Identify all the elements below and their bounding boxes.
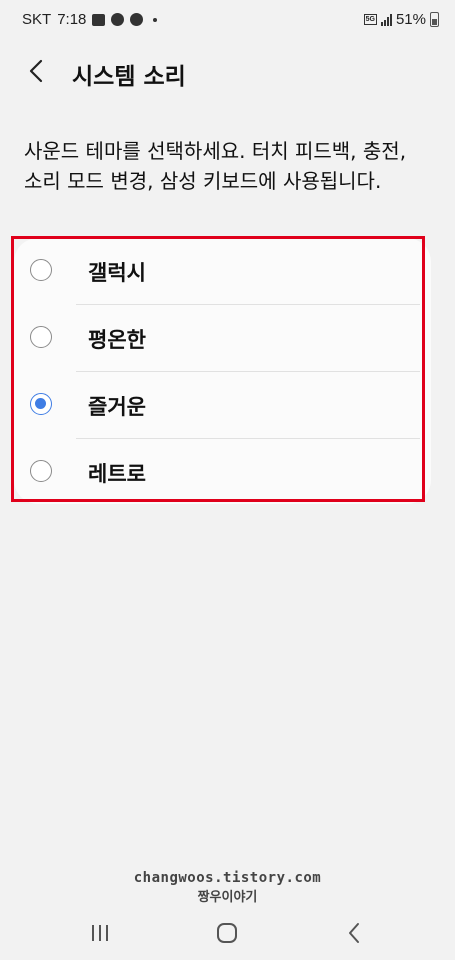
network-type-icon: 5G xyxy=(363,14,377,25)
more-notifications-icon xyxy=(153,17,158,22)
back-nav-button[interactable] xyxy=(340,918,370,948)
gallery-notification-icon xyxy=(92,13,106,26)
talk-notification-icon xyxy=(130,13,144,26)
description-text: 사운드 테마를 선택하세요. 터치 피드백, 충전, 소리 모드 변경, 삼성 … xyxy=(24,139,407,193)
clock: 7:18 xyxy=(57,11,87,28)
watermark-url: changwoos.tistory.com xyxy=(133,870,322,886)
sound-theme-option-joyful[interactable]: 즐거운 xyxy=(14,372,431,439)
navigation-bar xyxy=(0,908,455,960)
sound-theme-option-retro[interactable]: 레트로 xyxy=(14,439,431,506)
page-title: 시스템 소리 xyxy=(72,64,186,90)
radio-button[interactable] xyxy=(30,460,52,482)
sound-theme-label: 갤럭시 xyxy=(88,261,146,285)
recents-button[interactable] xyxy=(86,918,116,948)
recents-icon xyxy=(92,925,108,941)
radio-button[interactable] xyxy=(30,326,52,348)
sound-theme-list: 갤럭시 평온한 즐거운 레트로 xyxy=(14,238,431,504)
home-button[interactable] xyxy=(212,918,242,948)
watermark: changwoos.tistory.com 짱우이야기 xyxy=(0,870,455,905)
radio-button-selected[interactable] xyxy=(30,393,52,415)
status-bar: SKT 7:18 5G 51% xyxy=(0,0,455,42)
battery-percent: 51% xyxy=(395,11,426,28)
signal-icon xyxy=(380,13,392,26)
battery-icon xyxy=(430,12,439,27)
watermark-blog-name: 짱우이야기 xyxy=(197,890,258,905)
status-bar-right: 5G 51% xyxy=(363,11,439,28)
chevron-left-icon xyxy=(29,59,43,83)
sound-theme-label: 즐거운 xyxy=(88,395,146,419)
back-icon xyxy=(349,923,359,943)
sound-theme-label: 레트로 xyxy=(88,462,146,486)
carrier-label: SKT xyxy=(22,11,52,28)
app-header: 시스템 소리 xyxy=(0,48,455,96)
back-button[interactable] xyxy=(22,56,52,86)
radio-button[interactable] xyxy=(30,259,52,281)
chat-notification-icon xyxy=(111,13,125,26)
home-icon xyxy=(217,923,237,943)
status-bar-left: SKT 7:18 xyxy=(22,11,158,28)
sound-theme-option-galaxy[interactable]: 갤럭시 xyxy=(14,238,431,305)
sound-theme-option-calm[interactable]: 평온한 xyxy=(14,305,431,372)
sound-theme-label: 평온한 xyxy=(88,328,146,352)
